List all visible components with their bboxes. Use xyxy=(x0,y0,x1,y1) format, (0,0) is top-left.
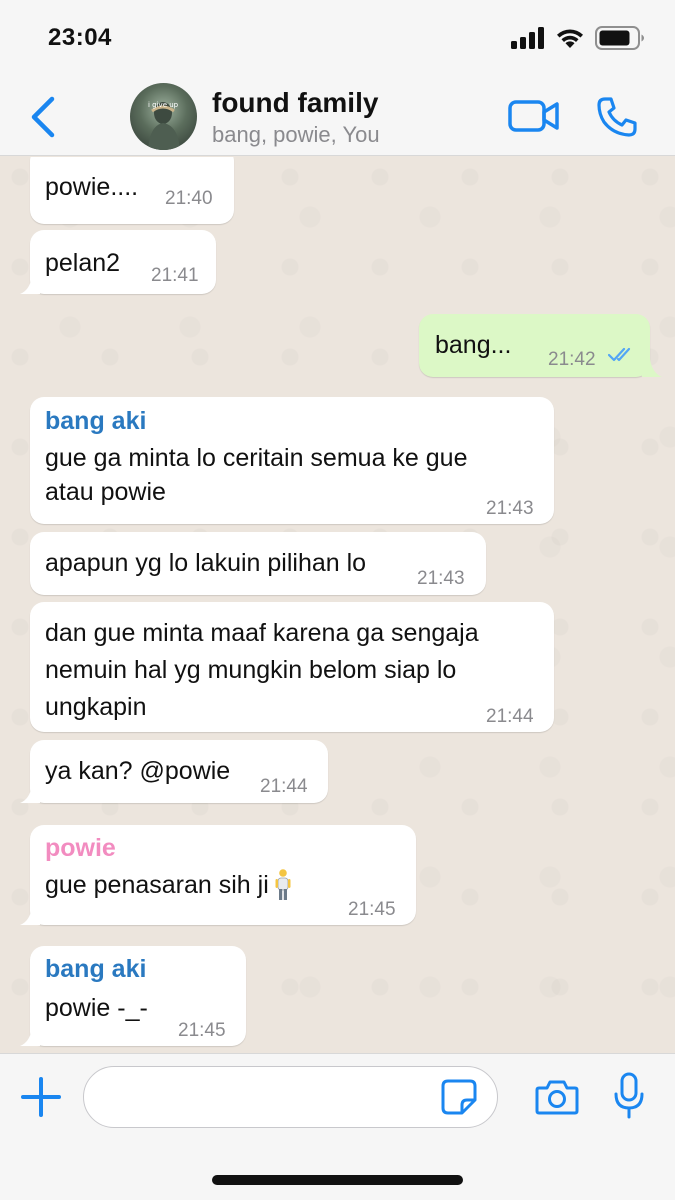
message-bubble[interactable]: bang aki powie -_- 21:45 xyxy=(20,946,246,1046)
message-time: 21:45 xyxy=(178,1020,226,1041)
read-receipt-icon xyxy=(608,347,631,362)
message-bubble[interactable]: powie gue penasaran sih ji 21:45 xyxy=(20,825,416,925)
message-time: 21:44 xyxy=(260,776,308,797)
message-text: ya kan? @powie xyxy=(45,757,231,785)
message-text: powie -_- xyxy=(45,994,148,1022)
message-bubble[interactable]: ya kan? @powie 21:44 xyxy=(20,740,328,803)
status-time: 23:04 xyxy=(48,24,112,51)
message-time: 21:43 xyxy=(417,568,465,589)
message-text: pelan2 xyxy=(45,249,121,277)
message-time: 21:40 xyxy=(165,188,213,209)
message-bubble-outgoing[interactable]: bang... 21:42 xyxy=(419,314,662,377)
phone-call-icon[interactable] xyxy=(596,96,638,138)
message-text: gue ga minta lo ceritain semua ke gue at… xyxy=(45,444,468,506)
message-time: 21:42 xyxy=(548,349,596,370)
status-icons xyxy=(511,24,645,52)
message-text: bang... xyxy=(435,331,512,359)
group-avatar[interactable]: i give up xyxy=(130,83,197,150)
avatar-caption: i give up xyxy=(148,101,179,109)
message-bubble[interactable]: bang aki gue ga minta lo ceritain semua … xyxy=(30,397,554,524)
message-bubble[interactable]: powie.... 21:40 xyxy=(30,157,234,224)
home-indicator[interactable] xyxy=(212,1175,463,1185)
chat-messages[interactable]: powie.... 21:40 pelan2 21:41 bang... 21:… xyxy=(0,157,675,1053)
microphone-icon[interactable] xyxy=(613,1072,645,1120)
bubble-tail xyxy=(20,785,40,803)
message-bubble[interactable]: pelan2 21:41 xyxy=(20,230,216,294)
video-call-icon[interactable] xyxy=(508,98,560,134)
status-bar: 23:04 xyxy=(0,0,675,78)
sender-name[interactable]: bang aki xyxy=(45,954,146,984)
sender-name[interactable]: powie xyxy=(45,833,116,863)
message-content: gue penasaran sih ji xyxy=(45,868,293,902)
message-input[interactable] xyxy=(83,1066,498,1128)
back-chevron-icon[interactable] xyxy=(24,96,64,138)
cellular-signal-icon xyxy=(511,27,544,49)
bubble-tail xyxy=(20,907,40,925)
message-time: 21:45 xyxy=(348,899,396,920)
bubble-tail xyxy=(642,359,662,377)
sender-name[interactable]: bang aki xyxy=(45,406,146,436)
message-time: 21:41 xyxy=(151,265,199,286)
avatar-figure-icon xyxy=(148,102,180,150)
message-text: gue penasaran sih ji xyxy=(45,871,269,899)
message-bubble[interactable]: apapun yg lo lakuin pilihan lo 21:43 xyxy=(30,532,486,595)
standing-person-emoji-icon xyxy=(275,869,291,900)
bubble-tail xyxy=(20,1028,40,1046)
message-time: 21:43 xyxy=(486,498,534,519)
chat-title[interactable]: found family xyxy=(212,87,378,119)
message-text: powie.... xyxy=(45,173,139,201)
wifi-icon xyxy=(557,29,583,48)
message-text: dan gue minta maaf karena ga sengaja nem… xyxy=(45,619,479,721)
camera-icon[interactable] xyxy=(535,1079,579,1115)
message-bubble[interactable]: dan gue minta maaf karena ga sengaja nem… xyxy=(30,602,554,732)
message-text: apapun yg lo lakuin pilihan lo xyxy=(45,549,367,577)
chat-participants[interactable]: bang, powie, You xyxy=(212,122,380,148)
message-time: 21:44 xyxy=(486,706,534,727)
bubble-tail xyxy=(20,276,40,294)
compose-bar xyxy=(0,1053,675,1200)
battery-icon xyxy=(595,26,644,50)
sticker-icon[interactable] xyxy=(440,1078,478,1116)
chat-header: i give up found family bang, powie, You xyxy=(0,78,675,156)
plus-icon[interactable] xyxy=(20,1076,62,1118)
